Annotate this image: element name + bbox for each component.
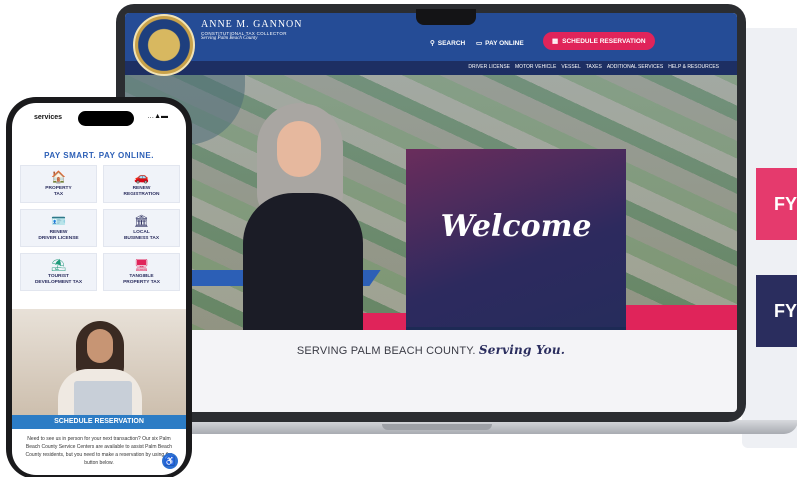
phone-screen: services …▲▬ PAY SMART. PAY ONLINE. 🏠 PR… <box>12 103 186 475</box>
nav-item-taxes[interactable]: TAXES <box>586 64 602 70</box>
house-icon: 🏠 <box>51 169 66 184</box>
service-label: TOURIST DEVELOPMENT TAX <box>34 273 83 285</box>
credit-card-icon: ▭ <box>476 40 483 47</box>
service-property-tax[interactable]: 🏠 PROPERTY TAX <box>20 165 97 203</box>
service-label: TANGIBLE PROPERTY TAX <box>123 273 160 285</box>
marketing-composite: FY FY ANNE M. GANNON CONSTITUTIONAL TAX … <box>0 0 797 477</box>
pay-online-label: PAY ONLINE <box>485 39 524 47</box>
service-label: RENEW DRIVER LICENSE <box>38 229 79 241</box>
dynamic-island <box>78 111 134 126</box>
tax-collector-seal-logo[interactable] <box>133 14 195 76</box>
carousel-controls: ◀ 1 ▶ <box>406 327 626 330</box>
phone-frame: services …▲▬ PAY SMART. PAY ONLINE. 🏠 PR… <box>6 97 192 477</box>
brand-name: ANNE M. GANNON <box>201 19 303 30</box>
tagline-plain: SERVING PALM BEACH COUNTY. <box>296 345 476 357</box>
search-link[interactable]: ⚲ SEARCH <box>430 39 466 48</box>
schedule-reservation-banner[interactable]: SCHEDULE RESERVATION <box>12 415 186 429</box>
building-icon: 🏛 <box>133 213 150 228</box>
fy-card-label: FY <box>774 300 797 321</box>
service-label: PROPERTY TAX <box>45 185 72 197</box>
service-tangible-property-tax[interactable]: 🖥 TANGIBLE PROPERTY TAX <box>103 253 180 291</box>
tagline: SERVING PALM BEACH COUNTY. Serving You. <box>125 343 737 357</box>
tagline-script: Serving You. <box>478 343 566 357</box>
brand-block[interactable]: ANNE M. GANNON CONSTITUTIONAL TAX COLLEC… <box>201 19 303 41</box>
hero-banner: Welcome ◀ 1 ▶ <box>125 75 737 330</box>
accessibility-icon[interactable]: ♿ <box>162 453 178 469</box>
pay-online-link[interactable]: ▭ PAY ONLINE <box>476 39 524 48</box>
customer-photo <box>12 309 186 419</box>
car-icon: 🚗 <box>134 169 149 184</box>
fy-card-pink: FY <box>756 168 797 240</box>
nav-item-help-resources[interactable]: HELP & RESOURCES <box>668 64 719 70</box>
welcome-heading: Welcome <box>440 209 592 244</box>
status-bar-icons: …▲▬ <box>147 113 168 120</box>
laptop-groove <box>382 424 492 430</box>
nav-item-driver-license[interactable]: DRIVER LICENSE <box>468 64 510 70</box>
beach-umbrella-icon: ⛱ <box>50 257 67 272</box>
service-local-business-tax[interactable]: 🏛 LOCAL BUSINESS TAX <box>103 209 180 247</box>
service-label: LOCAL BUSINESS TAX <box>123 229 160 241</box>
service-grid: 🏠 PROPERTY TAX 🚗 RENEW REGISTRATION 🪪 RE… <box>20 165 180 291</box>
calendar-icon: ▦ <box>552 38 559 45</box>
schedule-reservation-label: SCHEDULE RESERVATION <box>562 37 646 45</box>
status-bar-label: services <box>34 114 63 121</box>
service-renew-driver-license[interactable]: 🪪 RENEW DRIVER LICENSE <box>20 209 97 247</box>
schedule-reservation-button[interactable]: ▦ SCHEDULE RESERVATION <box>543 32 655 50</box>
search-icon: ⚲ <box>430 40 435 47</box>
service-tourist-development-tax[interactable]: ⛱ TOURIST DEVELOPMENT TAX <box>20 253 97 291</box>
schedule-description: Need to see us in person for your next t… <box>25 436 173 466</box>
id-card-icon: 🪪 <box>51 213 66 228</box>
laptop-frame: ANNE M. GANNON CONSTITUTIONAL TAX COLLEC… <box>116 4 746 422</box>
service-renew-registration[interactable]: 🚗 RENEW REGISTRATION <box>103 165 180 203</box>
tax-collector-portrait <box>243 103 363 330</box>
nav-item-motor-vehicle[interactable]: MOTOR VEHICLE <box>515 64 556 70</box>
fy-card-navy: FY <box>756 275 797 347</box>
monitor-icon: 🖥 <box>133 257 150 272</box>
camera-notch <box>416 9 476 25</box>
main-nav: DRIVER LICENSE MOTOR VEHICLE VESSEL TAXE… <box>125 61 737 75</box>
search-label: SEARCH <box>437 39 466 47</box>
brand-tagline: Serving Palm Beach County <box>201 36 258 41</box>
nav-item-vessel[interactable]: VESSEL <box>561 64 580 70</box>
fy-card-label: FY <box>774 193 797 214</box>
welcome-panel: Welcome <box>406 149 626 327</box>
pay-online-title: PAY SMART. PAY ONLINE. <box>44 151 154 160</box>
laptop-screen: ANNE M. GANNON CONSTITUTIONAL TAX COLLEC… <box>125 13 737 412</box>
service-label: RENEW REGISTRATION <box>123 185 160 197</box>
nav-item-additional-services[interactable]: ADDITIONAL SERVICES <box>607 64 663 70</box>
